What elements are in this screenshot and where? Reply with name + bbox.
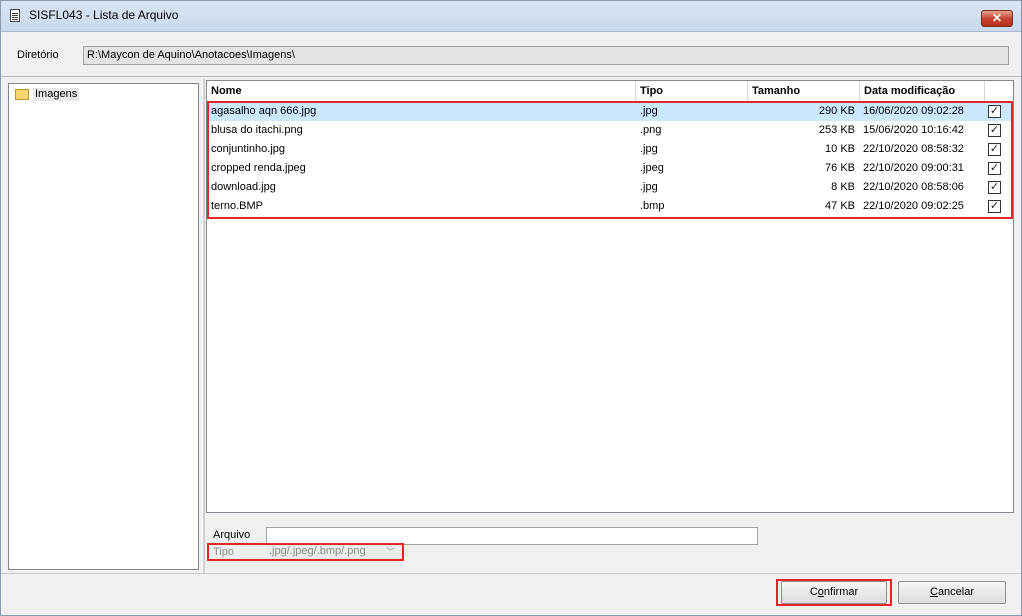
file-name-cell: cropped renda.jpeg [211,162,306,174]
column-header-type[interactable]: Tipo [636,81,748,101]
file-row[interactable]: terno.BMP .bmp 47 KB 22/10/2020 09:02:25 ✓ [207,197,1013,216]
document-icon [10,9,20,22]
file-checkbox[interactable]: ✓ [988,162,1001,175]
file-list[interactable]: Nome Tipo Tamanho Data modificação agasa… [206,80,1014,513]
file-type-cell: .jpg [640,105,658,117]
file-input[interactable] [266,527,758,545]
tree-item-imagens[interactable]: Imagens [15,87,80,101]
cancel-label-post: ancelar [937,586,975,598]
file-checkbox[interactable]: ✓ [988,105,1001,118]
column-header-date[interactable]: Data modificação [860,81,985,101]
file-name-cell: blusa do itachi.png [211,124,303,136]
file-date-cell: 15/06/2020 10:16:42 [863,124,964,136]
pane-splitter[interactable] [202,79,205,573]
type-select-value: .jpg/.jpeg/.bmp/.png [269,545,366,557]
file-row[interactable]: download.jpg .jpg 8 KB 22/10/2020 08:58:06 ✓ [207,178,1013,197]
title-bar[interactable]: SISFL043 - Lista de Arquivo ✕ [1,1,1021,32]
file-checkbox[interactable]: ✓ [988,181,1001,194]
cancel-label-accel: C [929,586,938,598]
dialog-window: SISFL043 - Lista de Arquivo ✕ Diretório … [0,0,1022,616]
file-size-cell: 290 KB [818,105,855,117]
confirm-label-post: nfirmar [823,586,859,598]
column-header-size[interactable]: Tamanho [748,81,860,101]
chevron-down-icon: ﹀ [385,547,395,557]
file-size-cell: 76 KB [825,162,855,174]
file-checkbox[interactable]: ✓ [988,143,1001,156]
file-list-header: Nome Tipo Tamanho Data modificação [207,81,1013,102]
file-type-cell: .jpg [640,181,658,193]
file-type-cell: .bmp [640,200,665,212]
directory-label: Diretório [17,49,59,61]
file-name-cell: terno.BMP [211,200,263,212]
file-date-cell: 16/06/2020 09:02:28 [863,105,964,117]
file-row[interactable]: agasalho aqn 666.jpg .jpg 290 KB 16/06/2020… [207,102,1013,121]
file-date-cell: 22/10/2020 08:58:06 [863,181,964,193]
type-select[interactable]: .jpg/.jpeg/.bmp/.png ﹀ [267,544,401,560]
cancel-button[interactable]: Cancelar [898,581,1006,604]
file-size-cell: 47 KB [825,200,855,212]
file-date-cell: 22/10/2020 09:02:25 [863,200,964,212]
confirm-button[interactable]: Confirmar [781,581,887,604]
file-type-cell: .png [640,124,662,136]
directory-field: R:\Maycon de Aquino\Anotacoes\Imagens\ [83,46,1009,65]
file-date-cell: 22/10/2020 09:00:31 [863,162,964,174]
tree-item-label: Imagens [33,87,80,101]
close-button[interactable]: ✕ [981,10,1013,27]
file-type-cell: .jpeg [640,162,664,174]
file-row[interactable]: conjuntinho.jpg .jpg 10 KB 22/10/2020 08:58… [207,140,1013,159]
file-size-cell: 253 KB [818,124,855,136]
folder-tree[interactable]: Imagens [8,83,199,570]
file-checkbox[interactable]: ✓ [988,124,1001,137]
divider [1,76,1021,77]
column-header-name[interactable]: Nome [207,81,636,101]
file-name-cell: conjuntinho.jpg [211,143,286,155]
divider [1,573,1021,574]
file-date-cell: 22/10/2020 08:58:32 [863,143,964,155]
file-name-cell: agasalho aqn 666.jpg [211,105,317,117]
file-label: Arquivo [213,529,251,541]
confirm-label-pre: C [809,586,818,598]
file-checkbox[interactable]: ✓ [988,200,1001,213]
file-row[interactable]: blusa do itachi.png .png 253 KB 15/06/2020 … [207,121,1013,140]
file-row[interactable]: cropped renda.jpeg .jpeg 76 KB 22/10/2020 0… [207,159,1013,178]
file-size-cell: 8 KB [831,181,855,193]
column-header-check[interactable] [985,81,1013,101]
file-name-cell: download.jpg [211,181,276,193]
file-type-cell: .jpg [640,143,658,155]
file-size-cell: 10 KB [825,143,855,155]
window-title: SISFL043 - Lista de Arquivo [29,8,179,22]
type-label: Tipo [213,546,234,558]
folder-icon [15,88,29,100]
